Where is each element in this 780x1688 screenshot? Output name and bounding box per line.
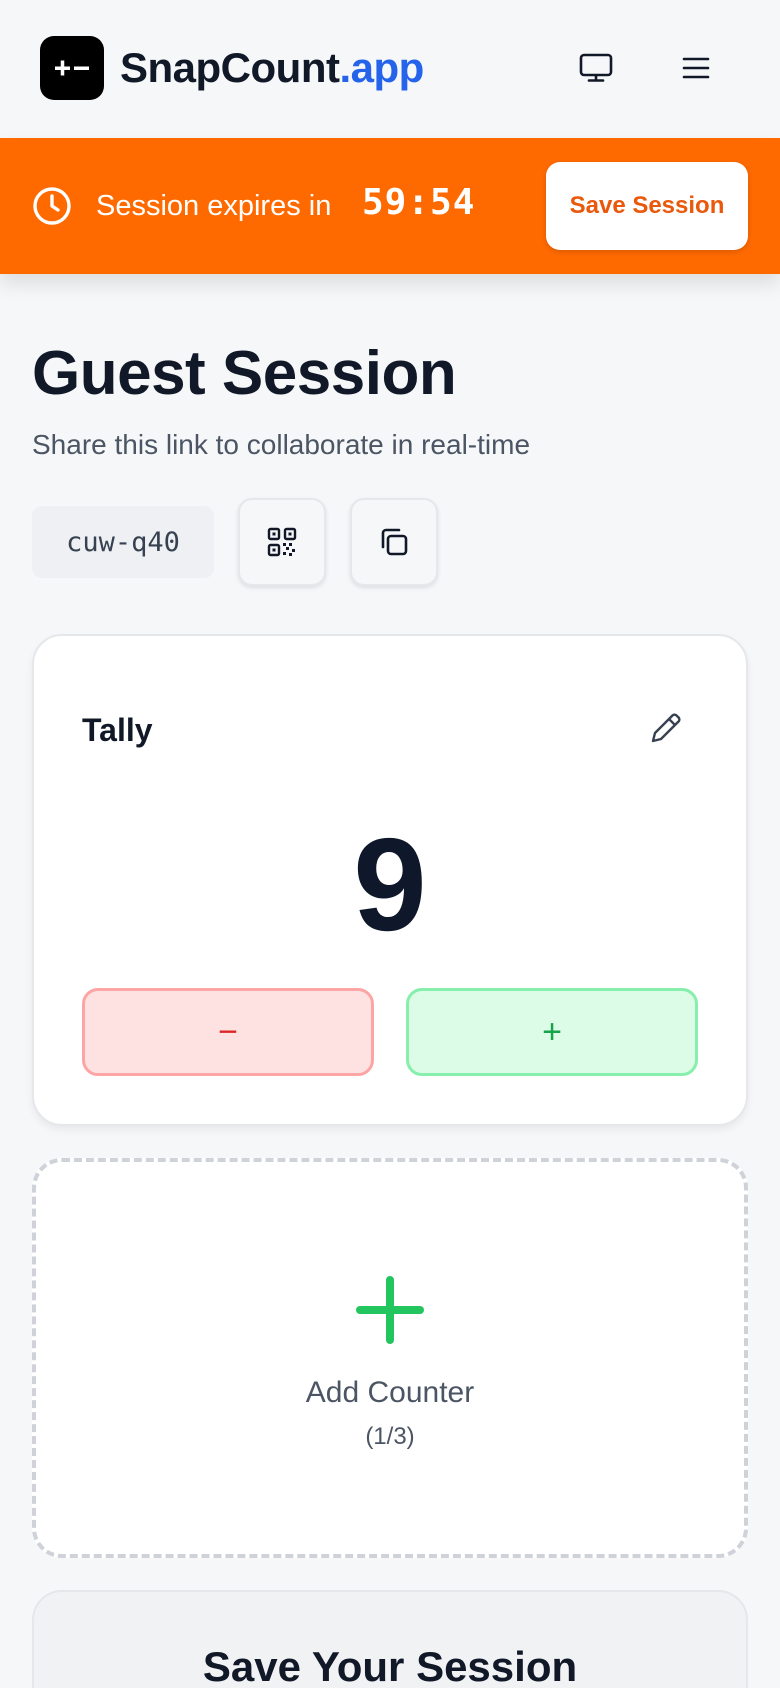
counter-name: Tally <box>82 712 153 748</box>
save-session-button[interactable]: Save Session <box>546 162 748 250</box>
page-title: Guest Session <box>32 339 457 408</box>
qr-code-button[interactable] <box>238 498 326 586</box>
counter-limit: (1/3) <box>365 1423 415 1450</box>
session-code[interactable]: cuw-q40 <box>32 506 214 578</box>
save-section-title: Save Your Session <box>202 1643 578 1688</box>
qr-code-icon <box>267 527 297 557</box>
minus-icon: − <box>218 1012 238 1051</box>
add-counter-card[interactable] <box>32 1158 748 1558</box>
brand-name[interactable]: SnapCount.app <box>120 44 424 92</box>
counter-value: 9 <box>353 811 427 958</box>
pencil-icon <box>651 713 681 743</box>
add-plus-icon <box>356 1276 424 1344</box>
increment-button[interactable]: + <box>406 988 698 1076</box>
app-logo[interactable] <box>40 36 104 100</box>
display-mode-button[interactable] <box>572 44 620 92</box>
add-counter-label: Add Counter <box>305 1376 475 1409</box>
decrement-button[interactable]: − <box>82 988 374 1076</box>
countdown-timer: 59:54 <box>362 182 476 223</box>
plus-icon: + <box>542 1012 562 1051</box>
monitor-icon <box>579 53 613 82</box>
clock-icon <box>33 187 71 225</box>
brand-accent: .app <box>339 44 424 91</box>
menu-button[interactable] <box>672 44 720 92</box>
plus-minus-icon <box>55 60 89 76</box>
copy-icon <box>381 528 408 556</box>
edit-counter-button[interactable] <box>644 706 688 750</box>
expires-label: Session expires in <box>96 190 332 222</box>
copy-link-button[interactable] <box>350 498 438 586</box>
brand-main: SnapCount <box>120 44 340 91</box>
menu-icon <box>682 57 710 79</box>
page-subtitle: Share this link to collaborate in real-t… <box>32 429 531 460</box>
